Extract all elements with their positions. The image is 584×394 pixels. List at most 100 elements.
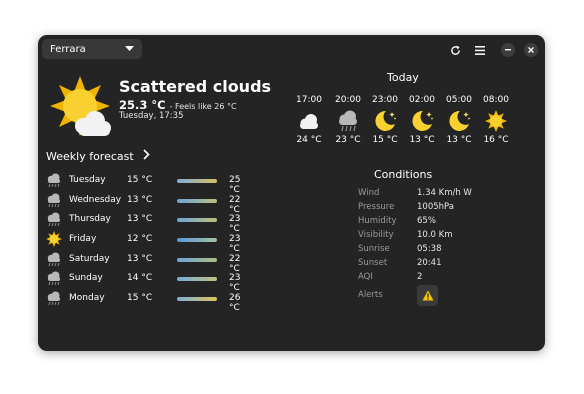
forecast-high: 26 °C	[229, 293, 241, 313]
hour-column: 02:00 13 °C	[404, 95, 440, 145]
hour-temp: 23 °C	[335, 135, 361, 145]
sunrise-label: Sunrise	[358, 244, 390, 254]
hour-time: 17:00	[296, 95, 322, 105]
hour-column: 23:00 15 °C	[367, 95, 403, 145]
sun-behind-cloud-icon	[49, 75, 111, 139]
temperature-range-bar	[177, 297, 217, 301]
hour-time: 05:00	[446, 95, 472, 105]
hour-column: 17:00 24 °C	[291, 95, 327, 145]
forecast-low: 15 °C	[127, 175, 153, 185]
feels-like: - Feels like 26 °C	[169, 102, 237, 111]
hour-temp: 13 °C	[446, 135, 472, 145]
forecast-day: Friday	[69, 234, 97, 244]
forecast-day: Tuesday	[69, 175, 106, 185]
forecast-low: 15 °C	[127, 293, 153, 303]
forecast-day: Thursday	[69, 214, 111, 224]
moon-stars-icon	[410, 109, 434, 133]
hour-time: 02:00	[409, 95, 435, 105]
forecast-day: Sunday	[69, 273, 103, 283]
rain-cloud-icon	[46, 192, 62, 208]
temperature-range-bar	[177, 218, 217, 222]
chevron-right-icon	[143, 149, 150, 160]
hour-temp: 16 °C	[483, 135, 509, 145]
weekly-forecast-expand-button[interactable]	[143, 149, 150, 160]
location-label: Ferrara	[50, 43, 86, 55]
chevron-down-icon	[125, 46, 134, 52]
warning-icon	[422, 290, 434, 301]
hour-temp: 15 °C	[372, 135, 398, 145]
visibility-value: 10.0 Km	[417, 230, 453, 240]
forecast-row-monday: Monday 15 °C 26 °C	[46, 290, 246, 313]
hour-column: 05:00 13 °C	[441, 95, 477, 145]
forecast-row-sunday: Sunday 14 °C 23 °C	[46, 270, 246, 293]
sun-icon	[46, 231, 62, 247]
hour-temp: 24 °C	[296, 135, 322, 145]
forecast-row-saturday: Saturday 13 °C 22 °C	[46, 251, 246, 274]
forecast-row-friday: Friday 12 °C 23 °C	[46, 231, 246, 254]
today-title: Today	[387, 71, 419, 84]
sunset-value: 20:41	[417, 258, 442, 268]
hour-temp: 13 °C	[409, 135, 435, 145]
aqi-label: AQI	[358, 272, 373, 282]
forecast-day: Monday	[69, 293, 105, 303]
wind-value: 1.34 Km/h W	[417, 188, 472, 198]
forecast-low: 13 °C	[127, 214, 153, 224]
hour-column: 08:00 16 °C	[478, 95, 514, 145]
temperature-range-bar	[177, 277, 217, 281]
sunrise-value: 05:38	[417, 244, 442, 254]
hour-column: 20:00 23 °C	[330, 95, 366, 145]
forecast-low: 13 °C	[127, 195, 153, 205]
alerts-button[interactable]	[417, 285, 438, 306]
moon-stars-icon	[447, 109, 471, 133]
current-temperature: 25.3 °C	[119, 98, 166, 112]
weekly-forecast-title: Weekly forecast	[46, 150, 134, 163]
rain-cloud-icon	[46, 211, 62, 227]
sunset-label: Sunset	[358, 258, 388, 268]
hour-time: 23:00	[372, 95, 398, 105]
temperature-range-bar	[177, 199, 217, 203]
forecast-day: Wednesday	[69, 195, 122, 205]
minimize-icon	[505, 49, 511, 51]
humidity-label: Humidity	[358, 216, 397, 226]
wind-label: Wind	[358, 188, 380, 198]
temperature-range-bar	[177, 258, 217, 262]
rain-cloud-icon	[46, 270, 62, 286]
rain-cloud-icon	[46, 172, 62, 188]
pressure-label: Pressure	[358, 202, 395, 212]
rain-cloud-icon	[46, 251, 62, 267]
refresh-icon	[450, 45, 461, 56]
moon-stars-icon	[373, 109, 397, 133]
weather-window: Ferrara Scattered clouds 25.3 °C - Feels…	[38, 35, 545, 351]
close-button[interactable]	[524, 43, 538, 57]
humidity-value: 65%	[417, 216, 436, 226]
minimize-button[interactable]	[501, 43, 515, 57]
current-condition: Scattered clouds	[119, 77, 272, 96]
hour-time: 20:00	[335, 95, 361, 105]
current-temperature-line: 25.3 °C - Feels like 26 °C	[119, 98, 237, 112]
close-icon	[528, 47, 534, 53]
rain-cloud-icon	[336, 109, 360, 133]
temperature-range-bar	[177, 179, 217, 183]
location-dropdown[interactable]: Ferrara	[42, 39, 142, 59]
visibility-label: Visibility	[358, 230, 394, 240]
rain-cloud-icon	[46, 290, 62, 306]
refresh-button[interactable]	[448, 43, 462, 57]
forecast-row-tuesday: Tuesday 15 °C 25 °C	[46, 172, 246, 195]
forecast-day: Saturday	[69, 254, 110, 264]
hour-time: 08:00	[483, 95, 509, 105]
hamburger-menu-icon	[475, 45, 485, 55]
cloud-icon	[297, 109, 321, 133]
forecast-low: 12 °C	[127, 234, 153, 244]
aqi-value: 2	[417, 272, 423, 282]
current-datetime: Tuesday, 17:35	[119, 111, 184, 121]
forecast-row-wednesday: Wednesday 13 °C 22 °C	[46, 192, 246, 215]
menu-button[interactable]	[473, 43, 487, 57]
forecast-low: 14 °C	[127, 273, 153, 283]
forecast-row-thursday: Thursday 13 °C 23 °C	[46, 211, 246, 234]
conditions-title: Conditions	[374, 168, 433, 181]
sun-icon	[484, 109, 508, 133]
pressure-value: 1005hPa	[417, 202, 454, 212]
forecast-low: 13 °C	[127, 254, 153, 264]
alerts-label: Alerts	[358, 290, 383, 300]
temperature-range-bar	[177, 238, 217, 242]
